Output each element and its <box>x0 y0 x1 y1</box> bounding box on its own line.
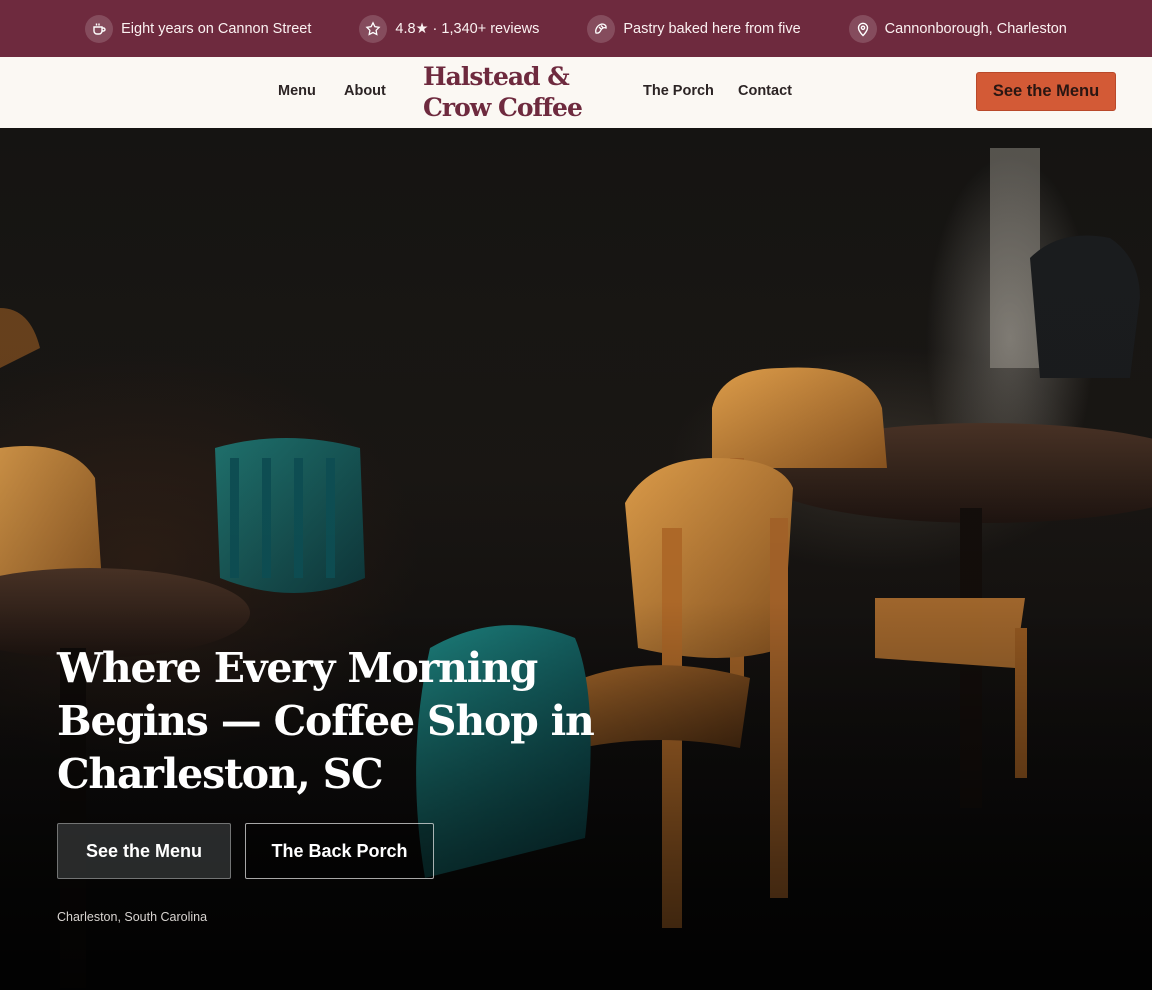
header-see-menu-button[interactable]: See the Menu <box>976 72 1116 111</box>
croissant-icon <box>587 14 616 43</box>
info-text-years: Eight years on Cannon Street <box>121 20 312 37</box>
nav-link-contact[interactable]: Contact <box>738 83 792 99</box>
info-text-reviews: 4.8★ · 1,340+ reviews <box>395 20 540 37</box>
star-icon <box>359 14 388 43</box>
hero-title: Where Every Morning Begins — Coffee Shop… <box>57 644 595 798</box>
info-item-reviews: 4.8★ · 1,340+ reviews <box>359 14 540 43</box>
site-header: Menu About Halstead & Crow Coffee The Po… <box>0 57 1152 128</box>
info-text-pastry: Pastry baked here from five <box>623 20 801 37</box>
hero-location-text: Charleston, South Carolina <box>57 910 208 924</box>
info-item-pastry: Pastry baked here from five <box>587 14 801 43</box>
site-logo[interactable]: Halstead & Crow Coffee <box>423 61 593 123</box>
nav-link-about[interactable]: About <box>344 83 386 99</box>
nav-link-menu[interactable]: Menu <box>278 83 316 99</box>
hero-section: Where Every Morning Begins — Coffee Shop… <box>0 128 1152 990</box>
info-item-location: Cannonborough, Charleston <box>848 14 1067 43</box>
nav-link-the-porch[interactable]: The Porch <box>643 83 714 99</box>
map-pin-icon <box>848 14 877 43</box>
coffee-cup-icon <box>85 14 114 43</box>
top-info-bar: Eight years on Cannon Street 4.8★ · 1,34… <box>0 0 1152 57</box>
logo-line-1: Halstead & <box>423 62 570 91</box>
logo-line-2: Crow Coffee <box>423 93 583 122</box>
hero-back-porch-button[interactable]: The Back Porch <box>245 823 434 879</box>
info-text-location: Cannonborough, Charleston <box>884 20 1067 37</box>
hero-see-menu-button[interactable]: See the Menu <box>57 823 231 879</box>
info-item-years: Eight years on Cannon Street <box>85 14 312 43</box>
